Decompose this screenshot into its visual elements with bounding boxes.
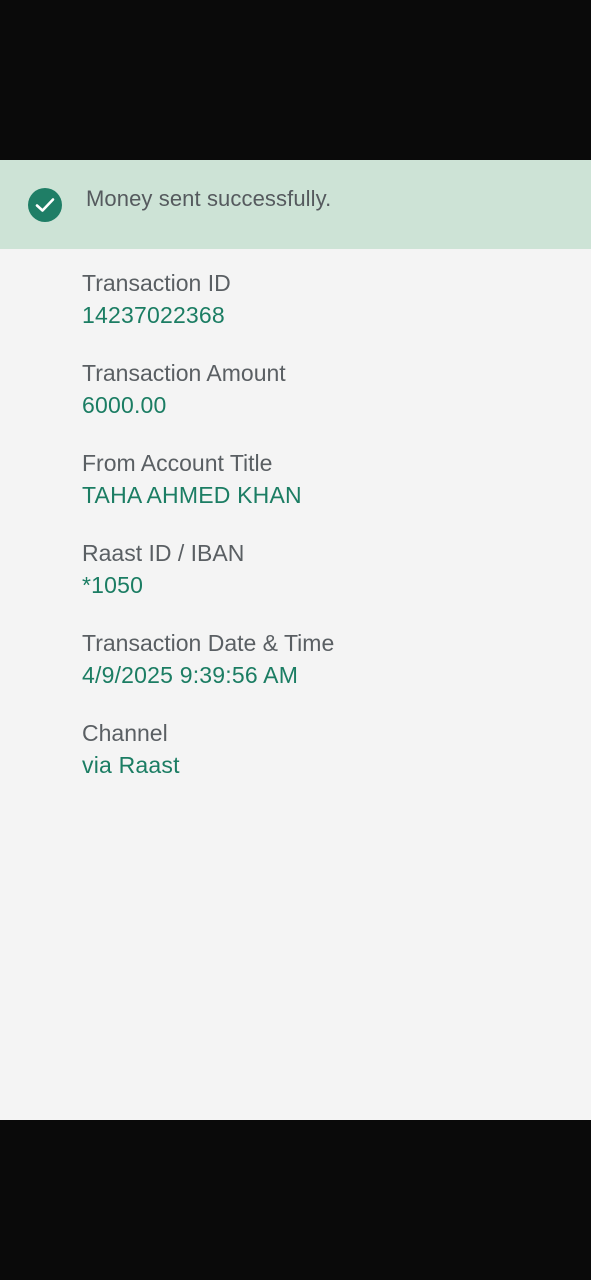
detail-value: via Raast — [82, 752, 180, 778]
detail-raast-id: Raast ID / IBAN *1050 — [82, 538, 334, 628]
detail-from-account-title: From Account Title TAHA AHMED KHAN — [82, 448, 334, 538]
success-banner: Money sent successfully. — [0, 160, 591, 249]
detail-transaction-id: Transaction ID 14237022368 — [82, 268, 334, 358]
detail-value: 4/9/2025 9:39:56 AM — [82, 662, 299, 688]
detail-value: 14237022368 — [82, 302, 225, 328]
success-message: Money sent successfully. — [86, 186, 332, 211]
detail-label: From Account Title — [82, 450, 273, 476]
bottom-black-bar — [0, 1120, 591, 1280]
detail-transaction-amount: Transaction Amount 6000.00 — [82, 358, 334, 448]
detail-label: Transaction Amount — [82, 360, 286, 386]
detail-label: Channel — [82, 720, 168, 746]
top-black-bar — [0, 0, 591, 160]
detail-value: *1050 — [82, 572, 144, 598]
detail-label: Transaction ID — [82, 270, 231, 296]
detail-value: 6000.00 — [82, 392, 167, 418]
detail-label: Raast ID / IBAN — [82, 540, 245, 566]
detail-value: TAHA AHMED KHAN — [82, 482, 302, 508]
detail-label: Transaction Date & Time — [82, 630, 335, 656]
detail-date-time: Transaction Date & Time 4/9/2025 9:39:56… — [82, 628, 334, 718]
detail-channel: Channel via Raast — [82, 718, 334, 808]
screen: Money sent successfully. Transaction ID … — [0, 0, 591, 1280]
transaction-details: Transaction ID 14237022368 Transaction A… — [82, 268, 334, 808]
receipt-content: Money sent successfully. Transaction ID … — [0, 160, 591, 1120]
check-circle-icon — [28, 188, 62, 222]
